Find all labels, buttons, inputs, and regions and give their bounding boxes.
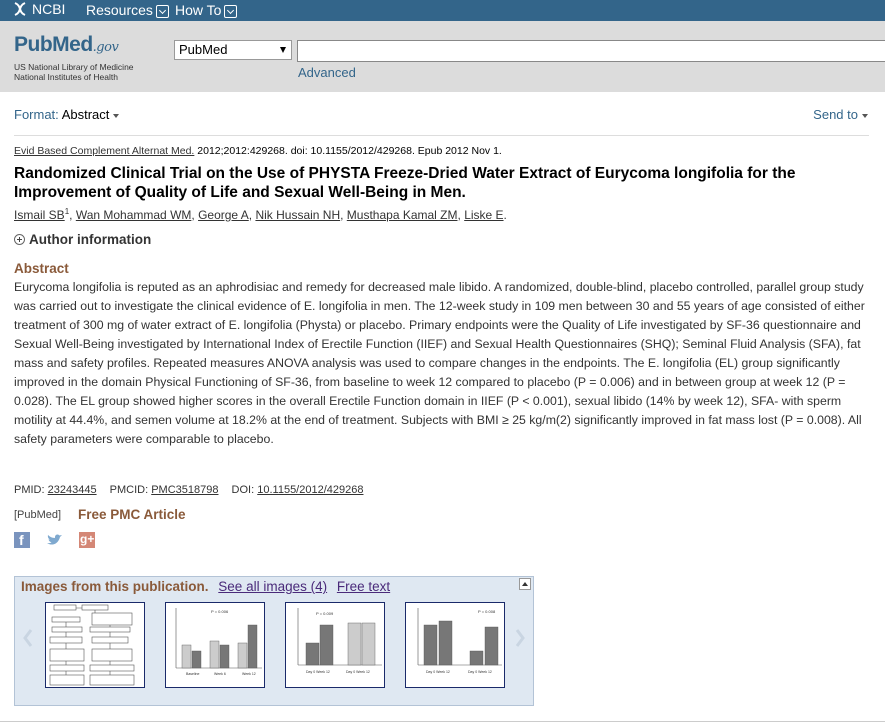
- pubmed-logo-gov: .gov: [92, 40, 119, 55]
- author-link[interactable]: Liske E: [464, 208, 503, 222]
- author-link[interactable]: Nik Hussain NH: [255, 208, 340, 222]
- bar-chart-thumbnail-image: P = 0.009 Day 0 Week 12 Day 0 Week 12: [297, 608, 382, 674]
- pubmed-logo-text: PubMed: [14, 33, 93, 56]
- nlm-subtitle: US National Library of Medicine National…: [14, 62, 134, 82]
- author-information-label: Author information: [29, 232, 152, 247]
- source-tag: [PubMed]: [14, 509, 62, 521]
- svg-text:Day 0 Week 12: Day 0 Week 12: [306, 670, 330, 674]
- pmcid-label: PMCID:: [109, 484, 149, 496]
- carousel-next-icon[interactable]: [515, 629, 525, 647]
- pmid-label: PMID:: [14, 484, 45, 496]
- svg-text:Day 0 Week 12: Day 0 Week 12: [426, 670, 450, 674]
- nlm-line: US National Library of Medicine: [14, 62, 134, 72]
- see-all-images-link[interactable]: See all images (4): [218, 579, 327, 594]
- figure-thumbnail[interactable]: P = 0.008 Day 0 Week 12 Day 0 Week 12: [405, 602, 505, 688]
- ncbi-top-bar: NCBI Resources How To: [0, 0, 885, 21]
- author-link[interactable]: Wan Mohammad WM: [76, 208, 192, 222]
- author-link[interactable]: Ismail SB: [14, 208, 65, 222]
- format-label: Format:: [14, 107, 59, 122]
- chevron-down-icon: [224, 4, 238, 18]
- chevron-down-icon: [155, 4, 169, 18]
- journal-link[interactable]: Evid Based Complement Alternat Med.: [14, 145, 194, 157]
- nih-line: National Institutes of Health: [14, 72, 118, 82]
- svg-text:Week 6: Week 6: [214, 672, 226, 676]
- how-to-menu-label: How To: [175, 2, 222, 18]
- twitter-icon[interactable]: [46, 532, 63, 548]
- citation-line: Evid Based Complement Alternat Med. 2012…: [14, 145, 502, 157]
- images-heading: Images from this publication.: [21, 579, 209, 594]
- resources-menu-label: Resources: [86, 2, 153, 18]
- svg-text:P = 0.008: P = 0.008: [478, 609, 496, 614]
- free-pmc-article-link[interactable]: Free PMC Article: [78, 507, 186, 522]
- author-list: Ismail SB1, Wan Mohammad WM, George A, N…: [14, 207, 507, 222]
- doi-label: DOI:: [231, 484, 255, 496]
- svg-text:P = 0.006: P = 0.006: [211, 609, 229, 614]
- ncbi-logo[interactable]: NCBI: [12, 1, 65, 17]
- author-link[interactable]: George A: [198, 208, 249, 222]
- ncbi-helix-icon: [14, 2, 26, 16]
- pubmed-logo[interactable]: PubMed.gov: [14, 33, 119, 57]
- format-value: Abstract: [61, 107, 110, 122]
- search-header: PubMed.gov US National Library of Medici…: [0, 21, 885, 92]
- svg-text:P = 0.009: P = 0.009: [316, 611, 334, 616]
- ncbi-logo-text: NCBI: [32, 1, 66, 17]
- images-panel: Images from this publication. See all im…: [14, 576, 534, 706]
- figure-thumbnail[interactable]: P = 0.009 Day 0 Week 12 Day 0 Week 12: [285, 602, 385, 688]
- author-link[interactable]: Musthapa Kamal ZM: [347, 208, 458, 222]
- figure-thumbnail[interactable]: P = 0.006 Baseline Week 6 Week 12: [165, 602, 265, 688]
- free-text-link[interactable]: Free text: [337, 579, 390, 594]
- google-plus-icon[interactable]: [79, 532, 95, 548]
- collapse-panel-button[interactable]: [519, 578, 531, 590]
- carousel-prev-icon[interactable]: [23, 629, 33, 647]
- article-title: Randomized Clinical Trial on the Use of …: [14, 165, 796, 201]
- divider: [14, 135, 869, 136]
- send-to-button[interactable]: Send to: [813, 107, 868, 122]
- pmcid-link[interactable]: PMC3518798: [151, 484, 218, 496]
- images-panel-header: Images from this publication. See all im…: [21, 579, 390, 594]
- caret-down-icon: [862, 113, 868, 118]
- how-to-menu[interactable]: How To: [175, 2, 238, 18]
- dropdown-arrow-icon: [280, 47, 286, 53]
- abstract-text: Eurycoma longifolia is reputed as an aph…: [14, 280, 865, 446]
- database-select[interactable]: PubMed: [174, 40, 292, 60]
- identifier-line: PMID: 23243445 PMCID: PMC3518798 DOI: 10…: [14, 484, 373, 496]
- abstract-heading: Abstract: [14, 261, 69, 276]
- citation-details: 2012;2012:429268. doi: 10.1155/2012/4292…: [197, 145, 502, 157]
- caret-down-icon: [113, 113, 120, 118]
- svg-text:Day 0 Week 12: Day 0 Week 12: [468, 670, 492, 674]
- pmid-link[interactable]: 23243445: [48, 484, 97, 496]
- flowchart-thumbnail-image: [49, 604, 135, 686]
- bottom-divider: [0, 721, 885, 722]
- svg-text:Day 0 Week 12: Day 0 Week 12: [346, 670, 370, 674]
- bar-chart-thumbnail-image: P = 0.006 Baseline Week 6 Week 12: [175, 608, 262, 676]
- author-affiliation-sup: 1: [64, 207, 70, 216]
- bar-chart-thumbnail-image: P = 0.008 Day 0 Week 12 Day 0 Week 12: [417, 608, 502, 674]
- author-information-toggle[interactable]: Author information: [14, 232, 151, 247]
- figure-thumbnail[interactable]: [45, 602, 145, 688]
- svg-text:Week 12: Week 12: [242, 672, 256, 676]
- send-to-label: Send to: [813, 107, 858, 122]
- database-select-value: PubMed: [179, 42, 228, 57]
- social-share-bar: [14, 532, 95, 548]
- advanced-search-link[interactable]: Advanced: [298, 65, 356, 80]
- facebook-icon[interactable]: [14, 532, 30, 548]
- svg-text:Baseline: Baseline: [186, 672, 199, 676]
- doi-link[interactable]: 10.1155/2012/429268: [257, 484, 363, 496]
- format-selector[interactable]: Format: Abstract: [14, 107, 120, 122]
- expand-plus-icon: [14, 234, 25, 245]
- search-input[interactable]: [297, 40, 885, 62]
- resources-menu[interactable]: Resources: [86, 2, 169, 18]
